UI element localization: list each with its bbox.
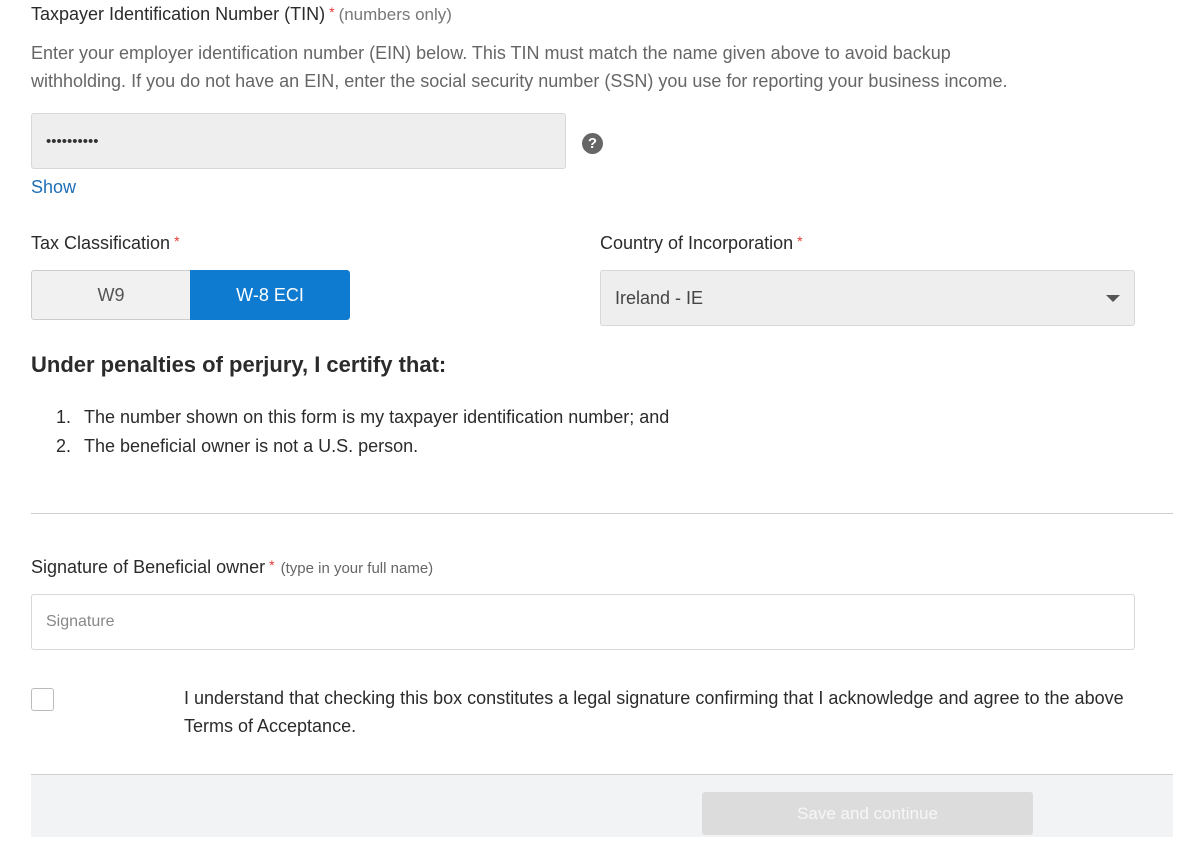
required-mark: *	[797, 233, 803, 249]
country-label: Country of Incorporation	[600, 233, 794, 253]
signature-input[interactable]	[31, 594, 1135, 650]
signature-label: Signature of Beneficial owner	[31, 557, 266, 577]
save-and-continue-button[interactable]: Save and continue	[702, 792, 1033, 835]
list-number: 1.	[56, 407, 72, 427]
list-text: The beneficial owner is not a U.S. perso…	[84, 436, 419, 456]
list-number: 2.	[56, 436, 72, 456]
list-item: 2. The beneficial owner is not a U.S. per…	[56, 432, 669, 461]
question-circle-icon[interactable]: ?	[582, 133, 603, 154]
tin-masked-value: ••••••••••	[46, 132, 99, 150]
tin-description: Enter your employer identification numbe…	[31, 39, 1171, 95]
country-select[interactable]: Ireland - IE	[600, 270, 1135, 326]
consent-text: I understand that checking this box cons…	[184, 688, 1124, 736]
tax-classification-label: Tax Classification	[31, 233, 171, 253]
show-tin-link[interactable]: Show	[31, 177, 76, 198]
country-label-row: Country of Incorporation *	[600, 233, 803, 254]
tin-input[interactable]: ••••••••••	[31, 113, 566, 169]
tin-label: Taxpayer Identification Number (TIN)	[31, 4, 326, 24]
tin-hint: (numbers only)	[338, 5, 452, 24]
required-mark: *	[329, 4, 335, 20]
signature-label-row: Signature of Beneficial owner * (type in y…	[31, 557, 433, 578]
required-mark: *	[174, 233, 180, 249]
consent-checkbox[interactable]	[31, 688, 54, 711]
tin-description-line-2: withholding. If you do not have an EIN, …	[31, 71, 1008, 91]
w9-option-button[interactable]: W9	[31, 270, 190, 320]
chevron-down-icon	[1106, 294, 1120, 302]
tax-classification-toggle: W9 W-8 ECI	[31, 270, 350, 320]
certification-heading: Under penalties of perjury, I certify th…	[31, 352, 447, 377]
country-selected-value: Ireland - IE	[615, 287, 704, 308]
signature-hint: (type in your full name)	[280, 560, 434, 577]
w8-eci-option-button[interactable]: W-8 ECI	[190, 270, 350, 320]
certification-list: 1. The number shown on this form is my ta…	[56, 403, 669, 461]
list-item: 1. The number shown on this form is my ta…	[56, 403, 669, 432]
tax-classification-label-row: Tax Classification *	[31, 233, 180, 254]
list-text: The number shown on this form is my taxp…	[84, 407, 670, 427]
tin-label-row: Taxpayer Identification Number (TIN) * (nu…	[31, 4, 452, 25]
divider	[31, 513, 1173, 514]
required-mark: *	[269, 557, 275, 573]
tin-description-line-1: Enter your employer identification numbe…	[31, 43, 951, 63]
